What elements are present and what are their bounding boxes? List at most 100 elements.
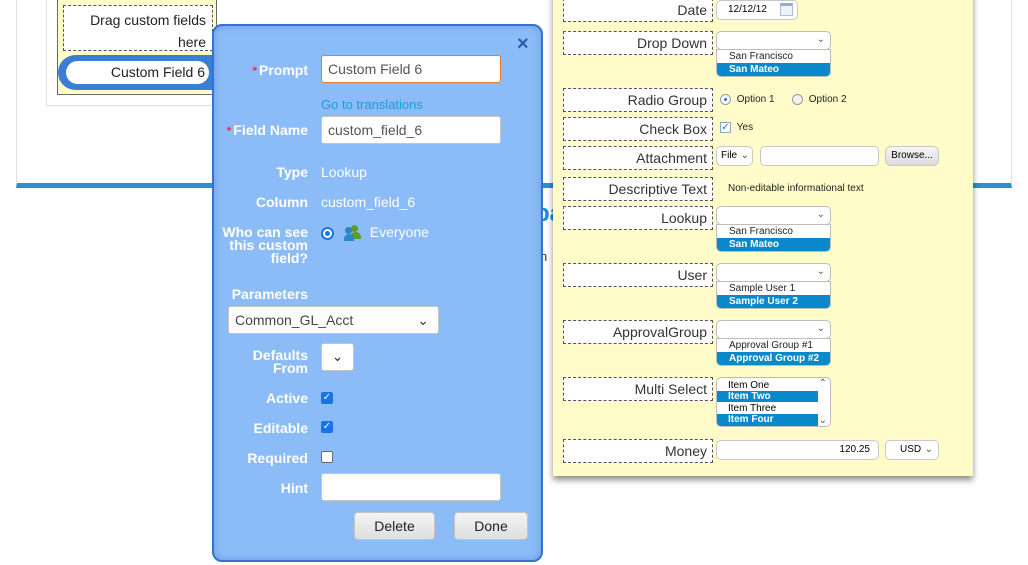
close-icon[interactable]: ×	[517, 33, 529, 56]
prompt-input[interactable]: Custom Field 6	[321, 55, 501, 83]
lookup-options[interactable]: San Francisco San Mateo	[716, 224, 831, 252]
radio-option-1[interactable]: Option 1	[720, 94, 775, 105]
radio-option-2-label: Option 2	[808, 94, 847, 106]
user-options[interactable]: Sample User 1 Sample User 2	[716, 281, 831, 309]
column-label: Column	[255, 194, 308, 210]
drag-custom-fields-dropzone[interactable]: Drag custom fields here	[63, 5, 213, 51]
parameters-select[interactable]: Common_GL_Acct ⌄	[228, 306, 439, 334]
money-amount-input[interactable]: 120.25	[716, 440, 879, 460]
chevron-down-icon: ⌄	[816, 34, 825, 45]
currency-select[interactable]: USD ⌄	[885, 440, 939, 460]
required-checkbox[interactable]	[321, 451, 333, 463]
attachment-file-input[interactable]	[760, 146, 879, 166]
preview-label-money[interactable]: Money	[563, 439, 713, 463]
go-to-translations-link[interactable]: Go to translations	[321, 97, 423, 112]
drop-down-options[interactable]: San Francisco San Mateo	[716, 49, 831, 77]
check-box-label: Yes	[736, 122, 754, 134]
hint-label: Hint	[280, 480, 308, 496]
option-san-francisco[interactable]: San Francisco	[717, 50, 830, 63]
user-select[interactable]: ⌄	[716, 263, 831, 282]
browse-button[interactable]: Browse...	[885, 146, 939, 166]
scroll-up-icon[interactable]: ⌃	[819, 378, 827, 389]
radio-option-1-label: Option 1	[736, 94, 775, 106]
multi-select-list[interactable]: Item One Item Two Item Three Item Four ⌃…	[716, 377, 831, 427]
preview-label-user[interactable]: User	[563, 263, 713, 287]
field-name-input[interactable]: custom_field_6	[321, 116, 501, 144]
preview-label-lookup[interactable]: Lookup	[563, 206, 713, 230]
calendar-icon[interactable]	[780, 3, 793, 16]
attachment-type-value: File	[721, 150, 738, 161]
preview-label-radio-group[interactable]: Radio Group	[563, 88, 713, 112]
active-label: Active	[265, 390, 308, 406]
hint-input[interactable]	[321, 473, 501, 501]
required-label: Required	[247, 450, 308, 466]
approval-group-select[interactable]: ⌄	[716, 320, 831, 339]
scroll-down-icon[interactable]: ⌄	[819, 415, 827, 426]
users-group-icon	[343, 225, 362, 242]
field-name-label-text: Field Name	[233, 122, 308, 138]
date-value: 12/12/12	[728, 4, 767, 15]
approval-group-options[interactable]: Approval Group #1 Approval Group #2	[716, 338, 831, 366]
parameters-value: Common_GL_Acct	[235, 312, 354, 328]
preview-label-descriptive-text[interactable]: Descriptive Text	[563, 177, 713, 201]
chevron-down-icon: ⌄	[417, 312, 429, 328]
defaults-from-label-line2: From	[273, 360, 308, 376]
delete-button[interactable]: Delete	[354, 512, 435, 540]
checkbox-checked-icon: ✓	[720, 122, 731, 133]
drop-down-select[interactable]: ⌄	[716, 31, 831, 50]
option-approval-group-1[interactable]: Approval Group #1	[717, 339, 830, 352]
radio-selected-icon	[720, 94, 731, 105]
visibility-option-label: Everyone	[369, 224, 429, 240]
preview-label-multi-select[interactable]: Multi Select	[563, 377, 713, 401]
visibility-label-line3: field?	[270, 250, 308, 266]
defaults-from-select[interactable]: ⌄	[321, 343, 354, 371]
column-value: custom_field_6	[321, 194, 416, 210]
chevron-down-icon: ⌄	[331, 348, 344, 364]
date-input[interactable]: 12/12/12	[716, 0, 798, 20]
chevron-down-icon: ⌄	[816, 266, 825, 277]
prompt-label: * Prompt	[252, 62, 308, 78]
radio-unselected-icon	[792, 94, 803, 105]
editable-label: Editable	[253, 420, 308, 436]
attachment-type-select[interactable]: File ⌄	[716, 146, 753, 166]
chevron-down-icon: ⌄	[816, 209, 825, 220]
currency-value: USD	[900, 444, 922, 455]
field-name-label: * Field Name	[226, 122, 308, 138]
custom-field-6-item[interactable]: Custom Field 6	[66, 61, 209, 84]
radio-selected-icon	[321, 226, 334, 240]
preview-label-attachment[interactable]: Attachment	[563, 146, 713, 170]
chevron-down-icon: ⌄	[740, 150, 749, 161]
type-label: Type	[276, 164, 308, 180]
option-item-two[interactable]: Item Two	[717, 391, 818, 402]
done-button[interactable]: Done	[454, 512, 528, 540]
chevron-down-icon: ⌄	[924, 444, 933, 455]
option-san-francisco[interactable]: San Francisco	[717, 225, 830, 238]
defaults-from-label: Defaults From	[253, 348, 308, 376]
radio-option-2[interactable]: Option 2	[792, 94, 847, 105]
required-mark: *	[252, 64, 257, 78]
preview-label-approval-group[interactable]: ApprovalGroup	[563, 320, 713, 344]
option-item-four[interactable]: Item Four	[717, 414, 818, 426]
required-mark: *	[226, 124, 232, 138]
type-value: Lookup	[321, 164, 367, 180]
editable-checkbox[interactable]: ✓	[321, 421, 333, 433]
option-sample-user-2[interactable]: Sample User 2	[717, 295, 830, 308]
preview-label-date[interactable]: Date	[563, 0, 713, 22]
option-item-three[interactable]: Item Three	[717, 402, 818, 414]
prompt-label-text: Prompt	[259, 62, 308, 78]
option-san-mateo[interactable]: San Mateo	[717, 63, 830, 76]
option-item-one[interactable]: Item One	[717, 380, 818, 391]
visibility-label: Who can see this custom field?	[222, 225, 308, 266]
preview-label-check-box[interactable]: Check Box	[563, 117, 713, 141]
option-san-mateo[interactable]: San Mateo	[717, 238, 830, 251]
chevron-down-icon: ⌄	[816, 323, 825, 334]
check-box-yes[interactable]: ✓ Yes	[720, 122, 753, 133]
lookup-select[interactable]: ⌄	[716, 206, 831, 225]
preview-label-drop-down[interactable]: Drop Down	[563, 31, 713, 55]
visibility-radio-everyone[interactable]: Everyone	[321, 224, 429, 242]
option-approval-group-2[interactable]: Approval Group #2	[717, 352, 830, 365]
option-sample-user-1[interactable]: Sample User 1	[717, 282, 830, 295]
active-checkbox[interactable]: ✓	[321, 392, 333, 404]
parameters-label: Parameters	[231, 286, 308, 302]
descriptive-text-value: Non-editable informational text	[728, 183, 864, 194]
